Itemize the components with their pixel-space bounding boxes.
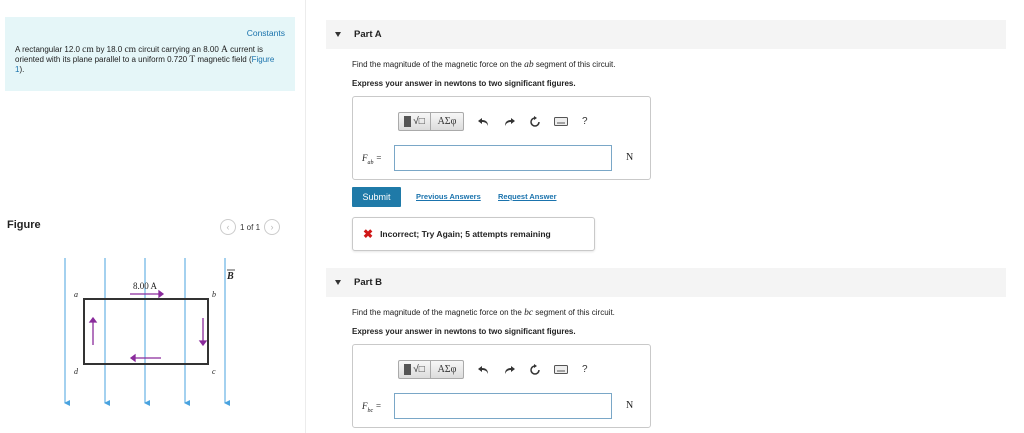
problem-text: A rectangular 12.0 cm by 18.0 cm circuit… [15, 45, 285, 75]
circuit-figure: 8.00 A B a b c d [64, 258, 235, 406]
question-text: Find the magnitude of the magnetic force… [352, 60, 525, 69]
corner-label-b: b [212, 290, 216, 299]
part-a-header[interactable]: Part A [326, 20, 1006, 49]
greek-symbols-button[interactable]: ΑΣφ [431, 112, 464, 131]
part-a-question: Find the magnitude of the magnetic force… [352, 60, 615, 70]
caret-down-icon [335, 280, 341, 285]
radical-symbol-icon: √□ [413, 116, 425, 127]
part-b-answer-box: √□ ΑΣφ ? Fbc = N [352, 344, 651, 428]
chevron-left-icon[interactable]: ‹ [220, 219, 236, 235]
part-b-question: Find the magnitude of the magnetic force… [352, 308, 615, 318]
magnetic-field-lines [64, 258, 230, 406]
part-b-title: Part B [354, 277, 382, 288]
math-toolbar: √□ ΑΣφ ? [398, 112, 588, 131]
template-square-icon [404, 364, 412, 375]
constants-link[interactable]: Constants [247, 28, 285, 38]
problem-text-part: magnetic field ( [195, 55, 252, 64]
template-square-icon [404, 116, 412, 127]
question-text: Find the magnitude of the magnetic force… [352, 308, 525, 317]
part-a-answer-input[interactable] [394, 145, 612, 171]
current-arrows [88, 289, 208, 363]
part-b-instruction: Express your answer in newtons to two si… [352, 327, 576, 336]
field-label: B [226, 271, 234, 282]
radical-templates-icon[interactable]: √□ [398, 360, 431, 379]
reset-icon[interactable] [528, 115, 542, 129]
equals-sign: = [373, 153, 382, 163]
reset-icon[interactable] [528, 363, 542, 377]
problem-statement-box: Constants A rectangular 12.0 cm by 18.0 … [5, 17, 295, 91]
undo-icon[interactable] [476, 115, 490, 129]
undo-icon[interactable] [476, 363, 490, 377]
feedback-box: ✖ Incorrect; Try Again; 5 attempts remai… [352, 217, 595, 251]
question-text: segment of this circuit. [533, 60, 616, 69]
unit-label: N [626, 400, 634, 411]
part-a-answer-box: √□ ΑΣφ ? Fab = N [352, 96, 651, 180]
variable-label: Fab = [362, 153, 382, 166]
keyboard-icon[interactable] [554, 363, 568, 377]
unit-label: N [626, 152, 634, 163]
submit-button[interactable]: Submit [352, 187, 401, 207]
pager-text: 1 of 1 [240, 222, 261, 232]
error-x-icon: ✖ [363, 227, 374, 241]
current-label: 8.00 A [133, 281, 158, 291]
redo-icon[interactable] [502, 115, 516, 129]
keyboard-icon[interactable] [554, 115, 568, 129]
radical-symbol-icon: √□ [413, 364, 425, 375]
math-toolbar: √□ ΑΣφ ? [398, 360, 588, 379]
variable-label: Fbc = [362, 401, 382, 414]
segment-label: ab [524, 60, 534, 70]
part-a-instruction: Express your answer in newtons to two si… [352, 79, 576, 88]
previous-answers-link[interactable]: Previous Answers [416, 192, 481, 201]
problem-text-part: circuit carrying an 8.00 [136, 45, 221, 54]
help-button[interactable]: ? [582, 116, 588, 127]
unit-cm: cm [82, 45, 94, 55]
problem-text-part: by 18.0 [93, 45, 125, 54]
figure-pager: ‹ 1 of 1 › [220, 219, 281, 235]
corner-label-d: d [74, 367, 79, 376]
corner-label-c: c [212, 367, 216, 376]
caret-down-icon [335, 32, 341, 37]
panel-divider [305, 0, 306, 433]
redo-icon[interactable] [502, 363, 516, 377]
greek-symbols-button[interactable]: ΑΣφ [431, 360, 464, 379]
radical-templates-icon[interactable]: √□ [398, 112, 431, 131]
circuit-loop [83, 298, 209, 365]
part-b-answer-input[interactable] [394, 393, 612, 419]
part-a-title: Part A [354, 29, 382, 40]
request-answer-link[interactable]: Request Answer [498, 192, 557, 201]
segment-label: bc [524, 308, 534, 318]
problem-text-part: A rectangular 12.0 [15, 45, 83, 54]
unit-cm: cm [124, 45, 137, 55]
equals-sign: = [373, 401, 382, 411]
question-text: segment of this circuit. [533, 308, 615, 317]
corner-label-a: a [74, 290, 78, 299]
help-button[interactable]: ? [582, 364, 588, 375]
chevron-right-icon[interactable]: › [264, 219, 281, 235]
part-b-header[interactable]: Part B [326, 268, 1006, 297]
figure-heading: Figure [7, 219, 41, 231]
problem-text-part: ). [19, 65, 25, 74]
unit-ampere: A [221, 45, 228, 55]
feedback-text: Incorrect; Try Again; 5 attempts remaini… [380, 229, 551, 239]
